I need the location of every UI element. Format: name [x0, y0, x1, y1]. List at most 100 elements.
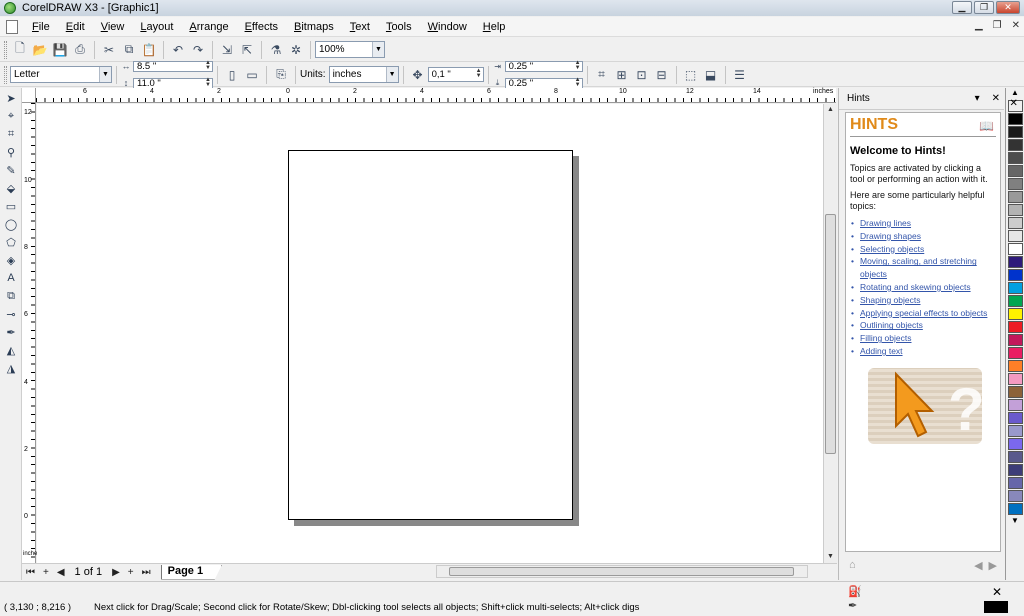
interactive-blend-tool-icon[interactable]: ⧉	[2, 288, 20, 304]
import-icon[interactable]: ⇲	[219, 42, 235, 58]
color-swatch[interactable]	[1007, 386, 1023, 398]
shape-tool-icon[interactable]: ⌖	[2, 108, 20, 124]
color-swatch[interactable]	[1007, 334, 1023, 346]
fill-outline-indicator[interactable]: ✕	[984, 585, 1010, 615]
toolbar-grip[interactable]	[4, 40, 7, 59]
vertical-scrollbar[interactable]: ▲ ▼	[823, 104, 837, 563]
color-swatch[interactable]	[1007, 204, 1023, 216]
color-swatch[interactable]	[1007, 438, 1023, 450]
palette-scroll-down-icon[interactable]: ▼	[1006, 516, 1024, 525]
copy-icon[interactable]: ⧉	[121, 42, 137, 58]
cut-icon[interactable]: ✂	[101, 42, 117, 58]
snap-to-guidelines-icon[interactable]: ⊞	[614, 67, 630, 83]
scroll-thumb[interactable]	[449, 567, 794, 576]
color-swatch[interactable]	[1007, 503, 1023, 515]
scroll-down-icon[interactable]: ▼	[824, 551, 837, 563]
color-swatch[interactable]	[1007, 373, 1023, 385]
spin-arrows-icon[interactable]: ▲ ▼	[575, 60, 581, 71]
drawing-window[interactable]	[37, 104, 823, 563]
book-icon[interactable]: 📖	[979, 119, 994, 133]
horizontal-ruler[interactable]: 6 4 2 0 2 4 6 8 10 12 14 inches	[36, 88, 836, 103]
menu-bitmaps[interactable]: Bitmaps	[286, 21, 342, 33]
doc-restore-button[interactable]: ❐	[993, 20, 1002, 31]
color-swatch[interactable]	[1007, 152, 1023, 164]
color-swatch[interactable]	[1007, 477, 1023, 489]
vertical-ruler[interactable]: 12 10 8 6 4 2 0 inches	[22, 103, 40, 563]
color-swatch[interactable]	[1007, 139, 1023, 151]
units-select[interactable]: inches ▼	[328, 66, 399, 83]
undo-icon[interactable]: ↶	[170, 42, 186, 58]
treat-as-filled-icon[interactable]: ⬚	[683, 67, 699, 83]
hint-link[interactable]: Outlining objects	[850, 319, 996, 332]
ruler-origin[interactable]	[22, 88, 36, 103]
document-icon[interactable]	[6, 19, 18, 34]
eyedropper-tool-icon[interactable]: ⊸	[2, 306, 20, 322]
hint-link[interactable]: Drawing lines	[850, 217, 996, 230]
color-swatch[interactable]	[1007, 490, 1023, 502]
portrait-icon[interactable]: ▯	[224, 67, 240, 83]
menu-tools[interactable]: Tools	[378, 21, 420, 33]
print-icon[interactable]: ⎙	[72, 42, 88, 58]
color-swatch[interactable]	[1007, 126, 1023, 138]
pick-tool-icon[interactable]: ➤	[2, 90, 20, 106]
export-icon[interactable]: ⇱	[239, 42, 255, 58]
nudge-distance-field[interactable]: 0,1 " ▲ ▼	[427, 67, 484, 82]
color-swatch[interactable]	[1007, 256, 1023, 268]
menu-layout[interactable]: Layout	[132, 21, 181, 33]
fill-bucket-icon[interactable]: ⛽	[848, 585, 862, 599]
docker-close-icon[interactable]: ✕	[992, 93, 1000, 104]
menu-effects[interactable]: Effects	[237, 21, 286, 33]
chevron-down-icon[interactable]: ▼	[372, 42, 384, 57]
redo-icon[interactable]: ↷	[190, 42, 206, 58]
hint-link[interactable]: Rotating and skewing objects	[850, 281, 996, 294]
draw-objects-icon[interactable]: ⬓	[703, 67, 719, 83]
color-swatch[interactable]	[1007, 360, 1023, 372]
color-swatch[interactable]	[1007, 425, 1023, 437]
smart-fill-tool-icon[interactable]: ⬙	[2, 180, 20, 196]
scroll-thumb[interactable]	[825, 214, 836, 454]
doc-minimize-button[interactable]: ▁	[975, 20, 983, 31]
freehand-tool-icon[interactable]: ✎	[2, 162, 20, 178]
color-swatch[interactable]	[1007, 113, 1023, 125]
scroll-up-icon[interactable]: ▲	[824, 104, 837, 116]
color-swatch[interactable]	[1007, 295, 1023, 307]
color-swatch[interactable]	[1007, 191, 1023, 203]
paper-type-select[interactable]: Letter ▼	[10, 66, 112, 83]
last-page-icon[interactable]: ⏭	[142, 567, 151, 578]
paper-width-field[interactable]: 8.5 " ▲ ▼	[133, 60, 213, 72]
menu-arrange[interactable]: Arrange	[181, 21, 236, 33]
drawing-page[interactable]	[288, 150, 573, 520]
options-icon[interactable]: ☰	[732, 67, 748, 83]
hint-link[interactable]: Filling objects	[850, 332, 996, 345]
text-tool-icon[interactable]: A	[2, 270, 20, 286]
paper-height-field[interactable]: 11.0 " ▲ ▼	[133, 77, 213, 89]
spin-arrows-icon[interactable]: ▲ ▼	[575, 77, 581, 88]
page-tab[interactable]: Page 1	[160, 564, 223, 580]
coreldraw-app-icon[interactable]	[4, 2, 16, 14]
ellipse-tool-icon[interactable]: ◯	[2, 216, 20, 232]
doc-close-button[interactable]: ✕	[1012, 20, 1020, 31]
duplicate-x-field[interactable]: 0.25 " ▲ ▼	[504, 60, 583, 72]
color-swatch[interactable]	[1007, 165, 1023, 177]
hint-link[interactable]: Adding text	[850, 345, 996, 358]
chevron-down-icon[interactable]: ▼	[385, 67, 398, 82]
outline-pen-icon[interactable]: ✒	[848, 599, 862, 613]
menu-edit[interactable]: Edit	[58, 21, 93, 33]
first-page-icon[interactable]: ⏮	[26, 567, 35, 578]
color-swatch[interactable]	[1007, 217, 1023, 229]
hint-link[interactable]: Moving, scaling, and stretching objects	[850, 255, 996, 281]
application-launcher-icon[interactable]: ⚗	[268, 42, 284, 58]
dynamic-guides-icon[interactable]: ⊟	[654, 67, 670, 83]
color-swatch[interactable]	[1007, 464, 1023, 476]
color-swatch[interactable]	[1007, 308, 1023, 320]
interactive-fill-tool-icon[interactable]: ◮	[2, 360, 20, 376]
prev-page-icon[interactable]: ◀	[57, 567, 65, 578]
color-swatch[interactable]	[1007, 178, 1023, 190]
color-swatch[interactable]	[1007, 399, 1023, 411]
add-page-after-icon[interactable]: +	[128, 567, 134, 578]
basic-shapes-tool-icon[interactable]: ◈	[2, 252, 20, 268]
horizontal-scrollbar[interactable]	[436, 565, 808, 578]
fill-tool-icon[interactable]: ◭	[2, 342, 20, 358]
menu-help[interactable]: Help	[475, 21, 514, 33]
docker-collapse-icon[interactable]: ▾	[975, 93, 980, 104]
